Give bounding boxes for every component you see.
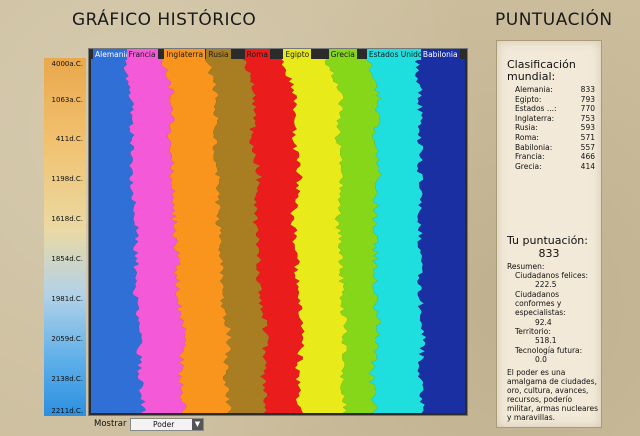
show-select[interactable]: Poder ▼	[130, 418, 204, 431]
happy-citizens-value: 222.5	[535, 280, 557, 289]
timeline-tick: 1198d.C.	[51, 175, 83, 183]
summary-label: Resumen:	[507, 262, 545, 271]
chart-legend: Alemania Francia Inglaterra Rusia Roma Egipto…	[89, 49, 467, 60]
timeline-tick: 1618d.C.	[51, 215, 83, 223]
ranking-value: 833	[580, 85, 595, 94]
ranking-value: 414	[580, 161, 595, 171]
ranking-civ: Estados ...:	[515, 104, 557, 114]
history-chart: Alemania Francia Inglaterra Rusia Roma Egipto…	[88, 48, 468, 416]
power-description: El poder es una amalgama de ciudades, or…	[507, 368, 599, 422]
ranking-civ: Rusia:	[515, 123, 538, 133]
ranking-civ: Babilonia:	[515, 142, 553, 152]
legend-item: Babilonia	[420, 49, 460, 60]
legend-item: Egipto	[283, 49, 312, 60]
ranking-row: Alemania: 833	[515, 85, 595, 95]
happy-citizens-label: Ciudadanos felices:	[515, 271, 589, 280]
timeline-tick: 2138d.C.	[51, 375, 83, 383]
ranking-value: 557	[580, 142, 595, 152]
timeline-tick: 1854d.C.	[51, 255, 83, 263]
timeline-tick: 1063a.C.	[51, 96, 83, 104]
timeline-tick: 2059d.C.	[51, 335, 83, 343]
ranking-value: 770	[580, 104, 595, 114]
ranking-value: 571	[580, 132, 595, 142]
your-score-value: 833	[538, 247, 560, 260]
future-tech-label: Tecnología futura:	[515, 346, 583, 355]
ranking-value: 793	[580, 94, 595, 104]
ranking-civ: Francia:	[515, 152, 545, 162]
content-citizens-label: Ciudadanos conformes y especialistas:	[515, 290, 566, 317]
ranking-row: Estados ...: 770	[515, 104, 595, 114]
ranking-row: Babilonia: 557	[515, 143, 595, 153]
ranking-list: Alemania: 833 Egipto: 793 Estados ...: 770 …	[515, 85, 595, 171]
timeline-tick: 411d.C.	[55, 135, 83, 143]
ranking-row: Grecia: 414	[515, 162, 595, 172]
ranking-row: Inglaterra: 753	[515, 114, 595, 124]
ranking-row: Rusia: 593	[515, 123, 595, 133]
timeline-axis: 4000a.C. 1063a.C. 411d.C. 1198d.C. 1618d…	[44, 58, 86, 416]
legend-item: Rusia	[206, 49, 231, 60]
ranking-civ: Inglaterra:	[515, 113, 555, 123]
series-band-babilonia	[414, 59, 465, 413]
your-score-label: Tu puntuación:	[507, 234, 588, 247]
ranking-row: Roma: 571	[515, 133, 595, 143]
legend-item: Grecia	[328, 49, 357, 60]
timeline-tick: 2211d.C.	[51, 407, 83, 415]
legend-item: Roma	[244, 49, 270, 60]
content-citizens-value: 92.4	[535, 318, 552, 327]
score-title: PUNTUACIÓN	[495, 10, 613, 30]
timeline-tick: 1981d.C.	[51, 295, 83, 303]
ranking-civ: Roma:	[515, 132, 539, 142]
ranking-row: Egipto: 793	[515, 95, 595, 105]
ranking-value: 466	[580, 152, 595, 162]
show-select-value: Poder	[153, 420, 175, 429]
legend-item: Estados Unidos	[366, 49, 429, 60]
ranking-row: Francia: 466	[515, 152, 595, 162]
ranking-civ: Grecia:	[515, 161, 542, 171]
chevron-down-icon[interactable]: ▼	[192, 419, 203, 430]
territory-label: Territorio:	[515, 327, 551, 336]
ranking-civ: Egipto:	[515, 94, 542, 104]
ranking-heading: Clasificación mundial:	[507, 58, 576, 83]
chart-bands	[91, 59, 465, 413]
ranking-value: 753	[580, 113, 595, 123]
history-graph-title: GRÁFICO HISTÓRICO	[72, 10, 257, 30]
legend-item: Inglaterra	[164, 49, 206, 60]
legend-item: Francia	[126, 49, 158, 60]
ranking-value: 593	[580, 123, 595, 133]
ranking-civ: Alemania:	[515, 85, 553, 94]
timeline-tick: 4000a.C.	[51, 60, 83, 68]
show-label: Mostrar	[94, 419, 127, 429]
territory-value: 518.1	[535, 336, 557, 345]
future-tech-value: 0.0	[535, 355, 547, 364]
score-panel: Clasificación mundial: Alemania: 833 Egip…	[496, 40, 602, 428]
